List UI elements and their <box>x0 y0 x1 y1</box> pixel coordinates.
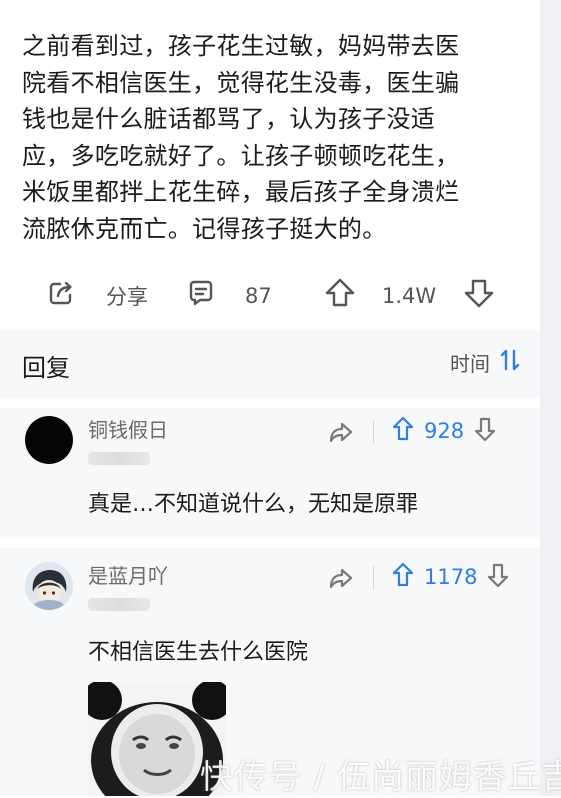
sort-label: 时间 <box>450 352 490 376</box>
comment-username[interactable]: 铜钱假日 <box>88 414 168 443</box>
comment-timestamp-blurred <box>88 452 150 465</box>
forward-icon <box>328 422 354 448</box>
comment-downvote-icon[interactable] <box>474 416 496 446</box>
upvote-button[interactable]: 1.4W <box>324 277 436 314</box>
post-line: 钱也是什么脏话都骂了，认为孩子没适 <box>22 105 436 134</box>
comment-vote-count: 928 <box>424 419 465 443</box>
comment-vote: 1178 <box>392 562 509 592</box>
avatar[interactable] <box>25 416 73 464</box>
vote-divider <box>373 566 374 590</box>
post-body: 之前看到过，孩子花生过敏，妈妈带去医 院看不相信医生，觉得花生没毒，医生骗 钱也… <box>22 28 527 248</box>
comment-upvote-icon[interactable] <box>392 562 414 592</box>
comment-count: 87 <box>245 283 272 308</box>
comment-upvote-icon[interactable] <box>392 416 414 446</box>
post-line: 院看不相信医生，觉得花生没毒，医生骗 <box>22 68 460 97</box>
forward-icon <box>328 568 354 594</box>
vote-divider <box>373 420 374 444</box>
comment-username[interactable]: 是蓝月吖 <box>88 560 168 589</box>
share-button[interactable]: 分享 <box>46 278 148 313</box>
share-icon <box>46 278 76 313</box>
comment-timestamp-blurred <box>88 598 150 611</box>
comment-vote-count: 1178 <box>424 565 478 589</box>
comment-button[interactable]: 87 <box>186 278 272 313</box>
comment-item: 铜钱假日 928 真是…不知道说什么，无知是原罪 <box>0 408 540 536</box>
share-label: 分享 <box>106 284 148 309</box>
comment-downvote-icon[interactable] <box>487 562 509 592</box>
sort-toggle[interactable]: 时间 <box>450 348 520 377</box>
comment-text: 不相信医生去什么医院 <box>88 640 309 665</box>
comment-divider <box>0 398 540 408</box>
post-line: 流脓休克而亡。记得孩子挺大的。 <box>22 214 387 243</box>
avatar[interactable] <box>25 562 73 610</box>
comment-vote: 928 <box>392 416 496 446</box>
page-edge-strip <box>540 0 561 796</box>
downvote-button[interactable] <box>463 277 495 314</box>
watermark: 快传号 / 伍尚丽姆香丘吉 <box>200 757 561 796</box>
post-action-bar: 分享 87 1.4W <box>0 272 540 316</box>
downvote-icon <box>463 277 495 314</box>
comment-divider <box>0 538 540 548</box>
post-card: 之前看到过，孩子花生过敏，妈妈带去医 院看不相信医生，觉得花生没毒，医生骗 钱也… <box>0 0 540 330</box>
upvote-count: 1.4W <box>382 283 437 308</box>
post-line: 米饭里都拌上花生碎，最后孩子全身溃烂 <box>22 178 460 207</box>
replies-title: 回复 <box>22 354 70 382</box>
post-line: 之前看到过，孩子花生过敏，妈妈带去医 <box>22 32 460 60</box>
sort-icon <box>490 349 520 376</box>
comment-text: 真是…不知道说什么，无知是原罪 <box>88 492 419 517</box>
forward-button[interactable] <box>328 566 354 594</box>
comment-icon <box>186 278 216 313</box>
forward-button[interactable] <box>328 420 354 448</box>
post-line: 应，多吃吃就好了。让孩子顿顿吃花生， <box>22 141 460 170</box>
upvote-icon <box>324 277 356 314</box>
